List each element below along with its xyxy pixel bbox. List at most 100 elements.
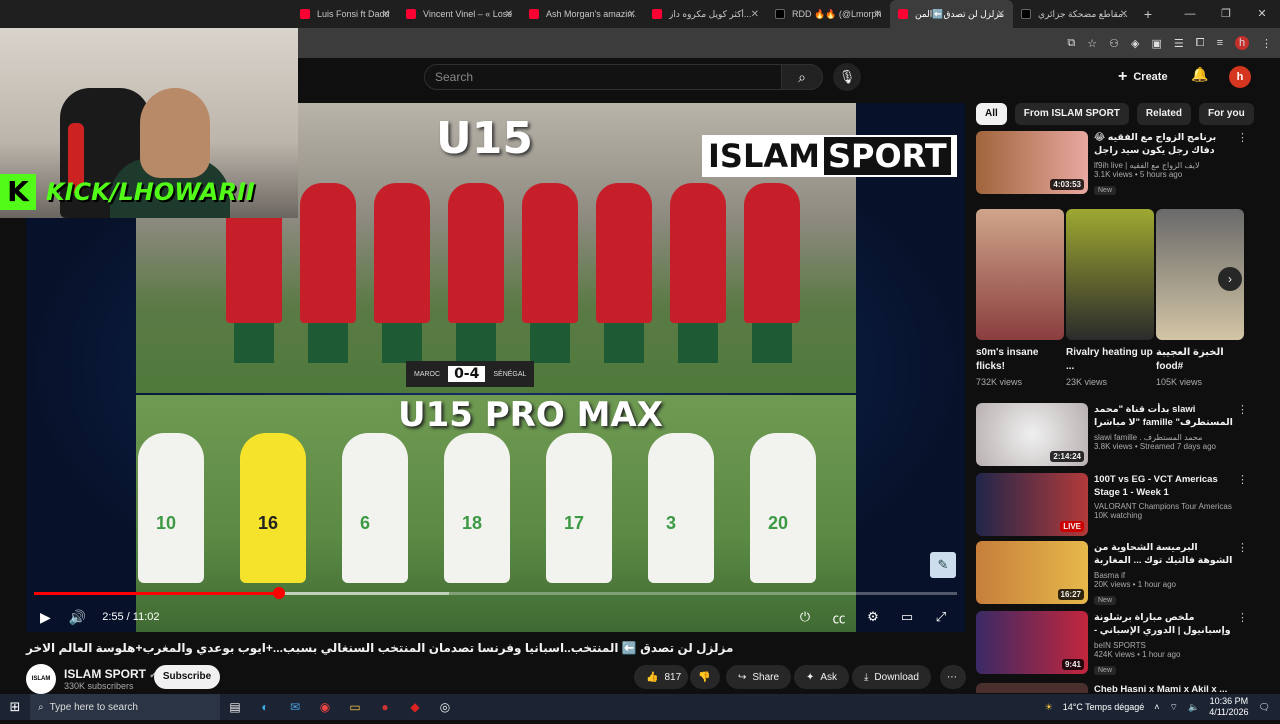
channel-name[interactable]: VALORANT Champions Tour Americas [1094, 502, 1234, 511]
user-avatar[interactable]: h [1229, 66, 1251, 88]
close-icon[interactable]: ✕ [997, 9, 1005, 20]
more-menu-icon[interactable]: ⋮ [1261, 37, 1272, 50]
task-view-icon[interactable]: ▤ [220, 700, 250, 714]
kebab-menu-icon[interactable]: ⋮ [1237, 403, 1248, 416]
close-window-icon[interactable]: ✕ [1244, 0, 1280, 28]
fullscreen-icon[interactable]: ⤢ [931, 609, 951, 625]
network-icon[interactable]: ⌔ [1170, 702, 1178, 713]
recommendation-item[interactable]: 16:27 البرميسة الشحاوية من الشوهة فالتيك… [976, 541, 1248, 607]
browser-tab[interactable]: Luis Fonsi ft Daddy Ya... ✕ [0, 0, 398, 28]
chevron-right-icon[interactable]: › [1218, 267, 1242, 291]
channel-avatar[interactable]: ISLAM SPORT [26, 664, 56, 712]
app-icon[interactable]: ◆ [400, 700, 430, 714]
notifications-icon[interactable]: 🗨 [1259, 702, 1270, 713]
recommendation-item[interactable]: 4:03:53 برنامج الزواج مع الفقيه 😂 دفاك ر… [976, 131, 1248, 197]
close-icon[interactable]: ✕ [1120, 9, 1128, 20]
channel-name[interactable]: lf9ih live | لايف الزواج مع الفقيه [1094, 161, 1234, 170]
extension-icon[interactable]: ☰ [1174, 37, 1184, 50]
volume-icon[interactable]: 🔊 [69, 609, 86, 626]
kebab-menu-icon[interactable]: ⋮ [1237, 473, 1248, 486]
extension-icon[interactable]: ⚇ [1109, 37, 1119, 50]
download-button[interactable]: ⤓ Download [852, 665, 931, 689]
browser-tab[interactable]: RDD 🔥🔥 (@Lmorph... ✕ [767, 0, 890, 28]
kebab-menu-icon[interactable]: ⋮ [1237, 611, 1248, 624]
channel-name[interactable]: ISLAM SPORT ✔ [64, 667, 157, 681]
like-button[interactable]: 👍 817 [634, 665, 688, 689]
bell-icon[interactable]: 🔔 [1191, 66, 1208, 83]
close-icon[interactable]: ✕ [382, 9, 390, 20]
browser-tab[interactable]: أكثر كويل مكروه داز... ✕ [644, 0, 767, 28]
close-icon[interactable]: ✕ [628, 9, 636, 20]
new-tab-button[interactable]: + [1136, 6, 1160, 22]
short-item[interactable]: Rivalry heating up ... 23K views [1066, 209, 1154, 387]
subscribe-button[interactable]: Subscribe [154, 665, 220, 689]
file-explorer-icon[interactable]: ▭ [340, 700, 370, 714]
short-title[interactable]: الخبزة العجيبة #food [1156, 346, 1244, 374]
short-title[interactable]: Rivalry heating up ... [1066, 346, 1154, 374]
extension-icon[interactable]: ◈ [1131, 37, 1139, 50]
minimize-icon[interactable]: — [1172, 0, 1208, 28]
video-title[interactable]: slawi بدأت قناة "محمد المستطرف" famille … [1094, 403, 1234, 430]
windows-start-icon[interactable]: ⊞ [0, 699, 30, 715]
autoplay-toggle-icon[interactable]: ⏻ [795, 609, 815, 625]
video-thumbnail[interactable] [976, 683, 1088, 693]
close-icon[interactable]: ✕ [505, 9, 513, 20]
bookmark-star-icon[interactable]: ☆ [1087, 37, 1097, 50]
video-title[interactable]: Cheb Hasni x Mami x Akil x ... [1094, 683, 1234, 693]
chip-all[interactable]: All [976, 103, 1007, 125]
close-icon[interactable]: ✕ [874, 9, 882, 20]
create-button[interactable]: + Create [1118, 64, 1168, 90]
recommendation-item[interactable]: Cheb Hasni x Mami x Akil x ... [976, 683, 1246, 693]
video-thumbnail[interactable]: 9:41 [976, 611, 1088, 674]
short-item[interactable]: الخبزة العجيبة #food 105K views [1156, 209, 1244, 387]
browser-tab[interactable]: Ash Morgan's amazin... ✕ [521, 0, 644, 28]
tray-chevron-icon[interactable]: ˄ [1154, 702, 1159, 712]
progress-bar[interactable] [34, 587, 957, 599]
short-title[interactable]: s0m's insane flicks! [976, 346, 1064, 374]
short-thumbnail[interactable] [1066, 209, 1154, 340]
reading-list-icon[interactable]: ≡ [1217, 37, 1223, 49]
short-item[interactable]: s0m's insane flicks! 732K views [976, 209, 1064, 387]
miniplayer-icon[interactable]: ▭ [897, 609, 917, 625]
channel-name[interactable]: Basma if [1094, 571, 1234, 580]
cast-icon[interactable]: ⧉ [1067, 37, 1075, 50]
search-icon[interactable]: ⌕ [781, 64, 823, 90]
ask-button[interactable]: ✦ Ask [794, 665, 850, 689]
share-button[interactable]: ↪ Share [726, 665, 792, 689]
recommendation-item[interactable]: 9:41 ملخص مباراة برشلونة وإسبانيول | الد… [976, 611, 1248, 677]
browser-tab-active[interactable]: مزلزل لن تصدق⬅️المن... ✕ [890, 0, 1013, 28]
chip-related[interactable]: Related [1136, 103, 1192, 125]
app-icon[interactable]: ● [370, 700, 400, 714]
video-thumbnail[interactable]: 4:03:53 [976, 131, 1088, 194]
browser-tab[interactable]: Vincent Vinel – « Lose... ✕ [398, 0, 521, 28]
microphone-icon[interactable]: 🎙 [833, 63, 861, 91]
more-actions-button[interactable]: ⋯ [940, 665, 966, 689]
search-input[interactable]: Search [424, 64, 782, 90]
captions-icon[interactable]: ㏄ [829, 608, 849, 627]
channel-name[interactable]: beIN SPORTS [1094, 641, 1234, 650]
video-thumbnail[interactable]: 2:14:24 [976, 403, 1088, 466]
edge-icon[interactable]: ◐ [250, 700, 280, 714]
play-icon[interactable]: ▶ [40, 609, 51, 626]
maximize-icon[interactable]: ❐ [1208, 0, 1244, 28]
dislike-button[interactable]: 👎 [690, 665, 720, 689]
scrubber-handle[interactable] [272, 587, 285, 599]
weather-text[interactable]: 14°C Temps dégagé [1063, 702, 1145, 712]
puzzle-icon[interactable]: ⧠ [1196, 37, 1205, 50]
clock[interactable]: 10:36 PM 4/11/2026 [1209, 696, 1248, 718]
close-icon[interactable]: ✕ [751, 9, 759, 20]
recommendation-item[interactable]: LIVE 100T vs EG - VCT Americas Stage 1 -… [976, 473, 1248, 536]
extension-icon[interactable]: ▣ [1151, 37, 1161, 50]
video-title[interactable]: البرميسة الشحاوية من الشوهة فالتيك توك .… [1094, 541, 1234, 568]
channel-name[interactable]: slawi famille . محمد المستطرف [1094, 433, 1234, 442]
weather-icon[interactable]: ☀ [1045, 702, 1053, 713]
video-title[interactable]: ملخص مباراة برشلونة وإسبانيول | الدوري ا… [1094, 611, 1234, 638]
video-title[interactable]: برنامج الزواج مع الفقيه 😂 دفاك رجل يكون … [1094, 131, 1234, 158]
chip-for-you[interactable]: For you [1199, 103, 1254, 125]
video-thumbnail[interactable]: LIVE [976, 473, 1088, 536]
browser-tab[interactable]: مقاطع مضحكة جزائري... ✕ [1013, 0, 1136, 28]
kebab-menu-icon[interactable]: ⋮ [1237, 131, 1248, 144]
short-thumbnail[interactable] [976, 209, 1064, 340]
chrome-icon[interactable]: ◉ [310, 700, 340, 714]
settings-gear-icon[interactable]: ⚙ [863, 609, 883, 625]
